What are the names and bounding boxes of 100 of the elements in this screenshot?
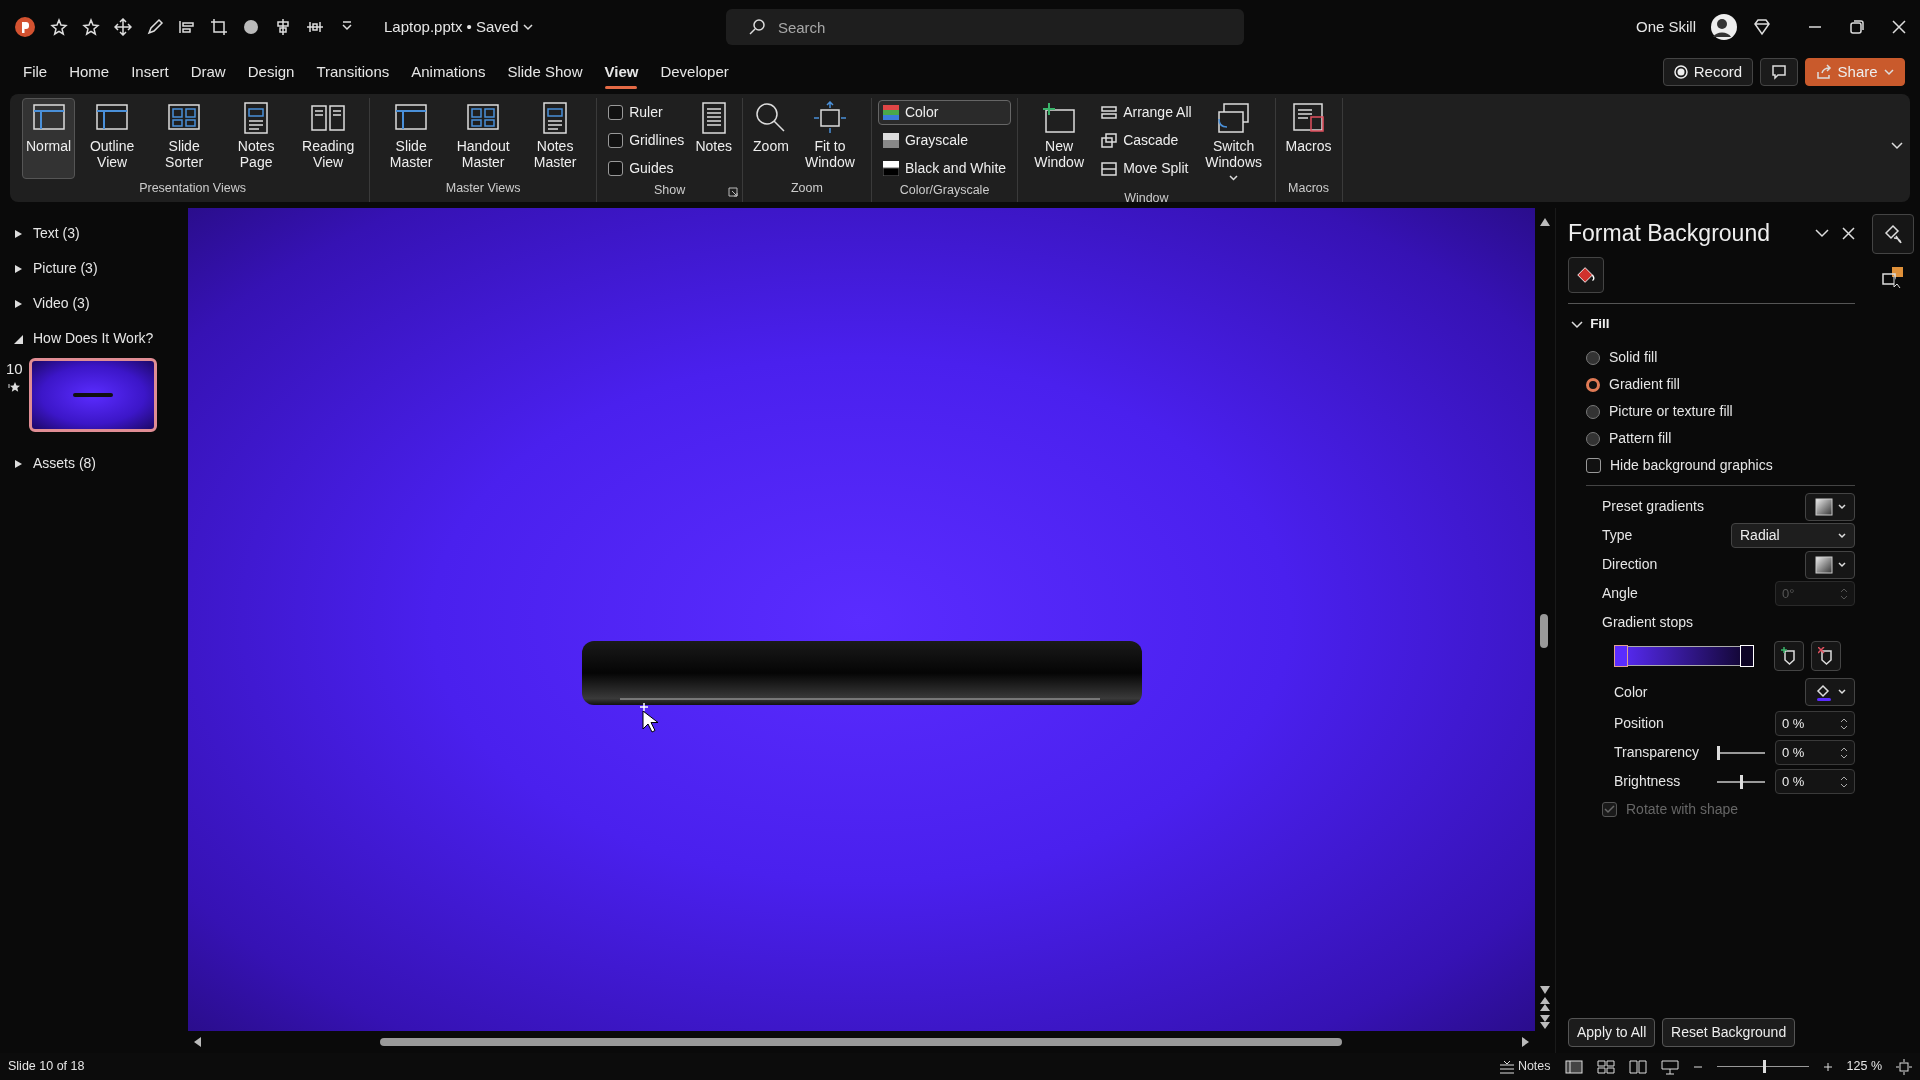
menu-tab[interactable]: Slide Show (496, 56, 594, 88)
section-header[interactable]: Text (3) (0, 216, 188, 251)
ribbon-button[interactable]: Cascade (1096, 128, 1197, 153)
section-header[interactable]: How Does It Work? (0, 321, 188, 356)
crop-icon[interactable] (210, 18, 228, 36)
slide-sorter-icon[interactable] (1596, 1058, 1615, 1075)
menu-tab[interactable]: File (12, 56, 59, 88)
menu-tab[interactable]: Animations (400, 56, 497, 88)
ribbon-button[interactable]: Slide Sorter (149, 98, 220, 180)
reading-view-icon[interactable] (1628, 1058, 1647, 1075)
zoom-in-icon[interactable] (1822, 1061, 1833, 1072)
scroll-down-icon[interactable] (1540, 986, 1550, 994)
menu-tab[interactable]: Draw (179, 56, 237, 88)
checkbox[interactable]: Guides (603, 156, 690, 181)
pen-icon[interactable] (146, 18, 164, 36)
format-pane-button[interactable] (1871, 214, 1914, 254)
ribbon-button[interactable]: Fit to Window (794, 98, 865, 180)
checkbox[interactable]: Ruler (603, 100, 690, 125)
close-icon[interactable] (1842, 226, 1855, 240)
ribbon-button[interactable]: Notes Page (221, 98, 292, 180)
fill-tab-button[interactable] (1568, 257, 1604, 294)
file-name-button[interactable]: Laptop.pptx • Saved (384, 15, 534, 39)
checkbox[interactable]: Hide background graphics (1568, 452, 1855, 479)
menu-tab[interactable]: View (593, 56, 650, 88)
spin-field[interactable]: 0 % (1775, 769, 1855, 794)
ribbon-button[interactable]: Normal (22, 98, 76, 180)
ribbon-button[interactable]: Black and White (877, 156, 1012, 181)
panel-button[interactable]: Apply to All (1568, 1018, 1656, 1047)
notes-button[interactable]: Notes (1498, 1057, 1551, 1076)
ribbon-button[interactable]: Notes (691, 98, 736, 181)
ribbon-button[interactable]: Outline View (77, 98, 148, 180)
align-icon[interactable] (178, 18, 196, 36)
previous-slide-icon[interactable] (1540, 997, 1550, 1012)
section-header[interactable]: Picture (3) (0, 251, 188, 286)
menu-tab[interactable]: Transitions (305, 56, 401, 88)
slide-thumbnail[interactable] (28, 358, 157, 432)
normal-view-icon[interactable] (1564, 1058, 1583, 1075)
shape-icon[interactable] (242, 18, 260, 36)
menu-tab[interactable]: Design (236, 56, 306, 88)
move-icon[interactable] (114, 18, 132, 36)
star-icon[interactable] (50, 18, 68, 36)
next-slide-icon[interactable] (1540, 1014, 1550, 1029)
spin-field[interactable]: 0 % (1775, 711, 1855, 736)
gradient-stops-bar[interactable] (1614, 646, 1754, 666)
option-label[interactable]: Gradient fill (1609, 374, 1680, 395)
ribbon-button[interactable]: Switch Windows (1198, 98, 1269, 190)
ribbon-button[interactable]: Color (877, 100, 1012, 125)
ribbon-button[interactable]: Zoom (748, 98, 793, 180)
option-label[interactable]: Picture or texture fill (1609, 401, 1733, 422)
option-label[interactable]: Pattern fill (1609, 428, 1672, 449)
ribbon-button[interactable]: Macros (1281, 98, 1336, 180)
close-icon[interactable] (1892, 20, 1906, 34)
menu-tab[interactable]: Developer (649, 56, 740, 88)
section-header[interactable]: Video (3) (0, 286, 188, 321)
color-picker-button[interactable] (1805, 678, 1855, 706)
gradient-stop-handle[interactable] (1614, 645, 1628, 667)
section-header[interactable]: Assets (8) (0, 446, 188, 481)
ribbon-button[interactable]: Grayscale (877, 128, 1012, 153)
menu-tab[interactable]: Home (58, 56, 121, 88)
radio-button[interactable] (1586, 377, 1600, 392)
align-icon[interactable] (274, 18, 292, 36)
fit-slide-icon[interactable] (1896, 1058, 1912, 1075)
diamond-icon[interactable] (1752, 17, 1772, 37)
remove-stop-button[interactable] (1811, 641, 1841, 671)
ribbon-button[interactable]: Arrange All (1096, 100, 1197, 125)
selection-icon[interactable] (1881, 266, 1904, 288)
section-header[interactable]: Fill (1568, 310, 1855, 338)
option-label[interactable]: Solid fill (1609, 347, 1658, 368)
radio-button[interactable] (1586, 404, 1600, 419)
dialog-launcher-icon[interactable] (727, 187, 738, 197)
scrollbar-thumb[interactable] (380, 1038, 1342, 1046)
ribbon-button[interactable]: Handout Master (448, 98, 519, 180)
scroll-left-icon[interactable] (194, 1037, 202, 1047)
presenter-icon[interactable] (1660, 1058, 1679, 1075)
comments-button[interactable] (1759, 58, 1798, 86)
star-icon[interactable] (82, 18, 100, 36)
checkbox[interactable]: Gridlines (603, 128, 690, 153)
share-button[interactable]: Share (1804, 58, 1905, 86)
zoom-slider-thumb[interactable] (1762, 1060, 1766, 1073)
gradient-dropdown[interactable] (1805, 550, 1855, 579)
gradient-dropdown[interactable] (1805, 492, 1855, 521)
ribbon-button[interactable]: New Window (1024, 98, 1095, 190)
scrollbar-thumb[interactable] (1540, 614, 1548, 649)
scroll-up-icon[interactable] (1540, 218, 1550, 227)
restore-icon[interactable] (1850, 20, 1864, 34)
slider-thumb[interactable] (1739, 774, 1743, 789)
panel-button[interactable]: Reset Background (1662, 1018, 1796, 1047)
ribbon-button[interactable]: Move Split (1096, 156, 1197, 181)
ribbon-button[interactable]: Reading View (293, 98, 364, 180)
record-button[interactable]: Record (1662, 58, 1754, 86)
menu-tab[interactable]: Insert (120, 56, 180, 88)
slider-thumb[interactable] (1717, 745, 1720, 760)
radio-button[interactable] (1586, 431, 1600, 446)
ribbon-button[interactable]: Slide Master (376, 98, 447, 180)
search-field[interactable]: Search (725, 9, 1244, 45)
avatar-icon[interactable] (1710, 13, 1738, 41)
spin-field[interactable]: 0 % (1775, 740, 1855, 765)
radio-button[interactable] (1586, 350, 1600, 365)
ribbon-button[interactable]: Notes Master (520, 98, 591, 180)
type-dropdown[interactable]: Radial (1731, 523, 1855, 548)
